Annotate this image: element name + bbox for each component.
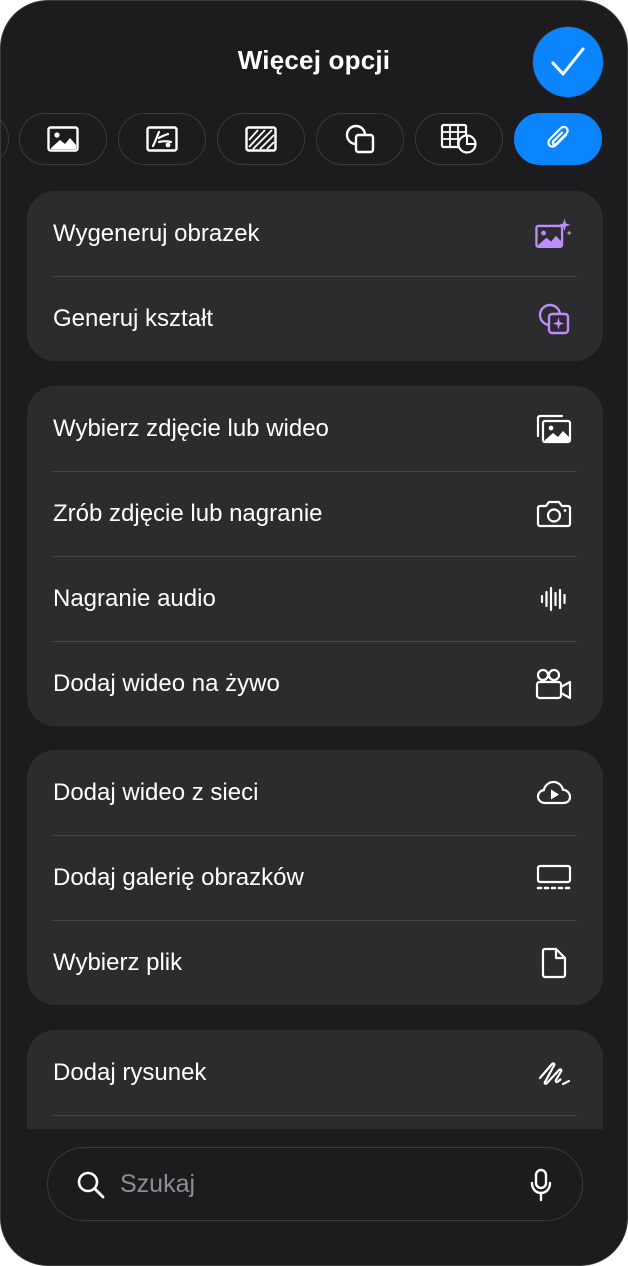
generate-shape-item[interactable]: Generuj kształt — [27, 276, 603, 361]
web-file-options-group: Dodaj wideo z sieci Dodaj galerię obrazk… — [27, 750, 603, 1005]
generate-image-item[interactable]: Wygeneruj obrazek — [27, 191, 603, 276]
image-sparkles-icon — [535, 215, 573, 253]
search-bar[interactable]: Szukaj — [47, 1147, 583, 1221]
audio-recording-item[interactable]: Nagranie audio — [27, 556, 603, 641]
shape-sparkle-icon — [535, 300, 573, 338]
take-photo-video-label: Zrób zdjęcie lub nagranie — [53, 499, 323, 527]
shapes-icon — [345, 124, 375, 154]
take-photo-video-item[interactable]: Zrób zdjęcie lub nagranie — [27, 471, 603, 556]
add-web-video-label: Dodaj wideo z sieci — [53, 778, 259, 806]
tool-partial[interactable] — [1, 113, 9, 165]
ai-options-group: Wygeneruj obrazek Generuj kształt — [27, 191, 603, 361]
magnifier-icon — [77, 1171, 105, 1199]
choose-photo-video-label: Wybierz zdjęcie lub wideo — [53, 414, 329, 442]
insert-toolbar — [1, 113, 627, 167]
more-options-sheet: Więcej opcji Wygeneruj obrazek Generuj k… — [0, 0, 628, 1266]
tool-shapes[interactable] — [316, 113, 404, 165]
media-options-group: Wybierz zdjęcie lub wideo Zrób zdjęcie l… — [27, 386, 603, 726]
tool-table-chart[interactable] — [415, 113, 503, 165]
waveform-icon — [535, 580, 573, 618]
gallery-icon — [535, 859, 573, 897]
add-live-video-item[interactable]: Dodaj wideo na żywo — [27, 641, 603, 726]
drawing-image-icon — [146, 126, 178, 152]
document-icon — [535, 944, 573, 982]
microphone-icon[interactable] — [530, 1168, 552, 1202]
choose-file-item[interactable]: Wybierz plik — [27, 920, 603, 1005]
photo-stack-icon — [535, 410, 573, 448]
generate-shape-label: Generuj kształt — [53, 304, 214, 332]
add-live-video-label: Dodaj wideo na żywo — [53, 669, 280, 697]
choose-file-label: Wybierz plik — [53, 948, 183, 976]
add-image-gallery-label: Dodaj galerię obrazków — [53, 863, 304, 891]
tool-attachment[interactable] — [514, 113, 602, 165]
generate-image-label: Wygeneruj obrazek — [53, 219, 260, 247]
search-input[interactable]: Szukaj — [120, 1170, 195, 1199]
audio-recording-label: Nagranie audio — [53, 584, 216, 612]
cloud-play-icon — [535, 774, 573, 812]
camera-icon — [535, 495, 573, 533]
add-web-video-item[interactable]: Dodaj wideo z sieci — [27, 750, 603, 835]
add-drawing-item[interactable]: Dodaj rysunek — [27, 1030, 603, 1115]
add-image-gallery-item[interactable]: Dodaj galerię obrazków — [27, 835, 603, 920]
tool-drawing-image[interactable] — [118, 113, 206, 165]
choose-photo-video-item[interactable]: Wybierz zdjęcie lub wideo — [27, 386, 603, 471]
texture-icon — [245, 126, 277, 152]
video-camera-icon — [535, 665, 573, 703]
tool-texture[interactable] — [217, 113, 305, 165]
table-chart-icon — [440, 123, 477, 154]
image-icon — [47, 126, 79, 152]
tool-image[interactable] — [19, 113, 107, 165]
checkmark-icon — [551, 47, 585, 76]
paperclip-icon — [547, 125, 569, 148]
add-drawing-label: Dodaj rysunek — [53, 1058, 207, 1086]
done-button[interactable] — [533, 27, 603, 97]
scribble-icon — [535, 1054, 573, 1092]
